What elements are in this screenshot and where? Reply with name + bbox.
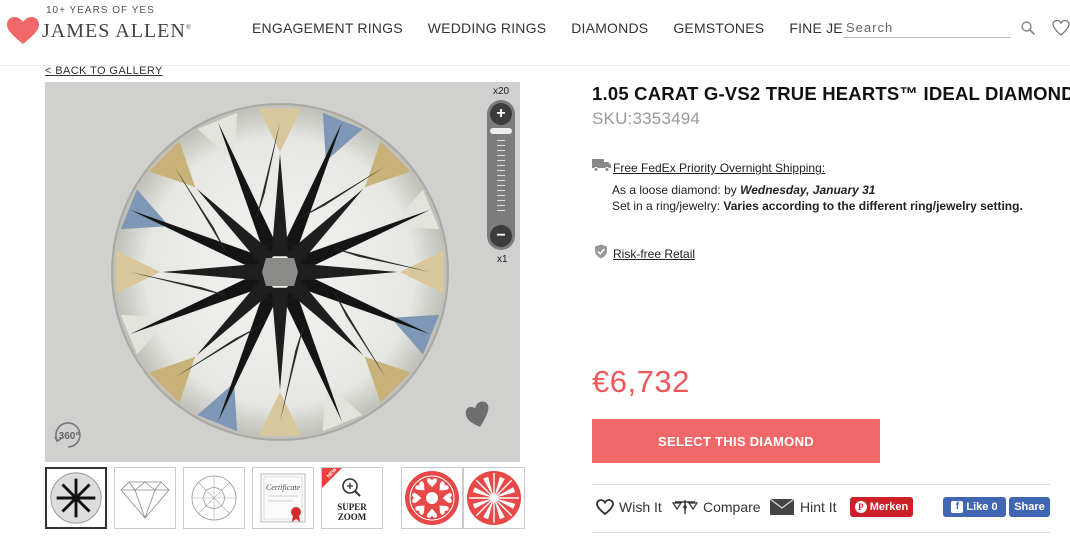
zoom-out-button[interactable]: − — [490, 225, 512, 247]
ring-delivery-value: Varies according to the different ring/j… — [723, 199, 1023, 213]
thumbnail-top-diagram[interactable] — [183, 467, 245, 529]
facebook-share-button[interactable]: Share — [1009, 497, 1050, 517]
loose-delivery-date: Wednesday, January 31 — [740, 183, 876, 197]
main-nav: ENGAGEMENT RINGS WEDDING RINGS DIAMONDS … — [252, 20, 893, 36]
thumbnail-hearts-view[interactable] — [401, 467, 463, 529]
zoom-track[interactable] — [497, 140, 505, 215]
nav-gemstones[interactable]: GEMSTONES — [673, 20, 764, 36]
brand-logo[interactable]: 10+ YEARS OF YES JAMES ALLEN® — [4, 4, 194, 48]
delivery-truck-icon — [592, 159, 611, 172]
nav-engagement-rings[interactable]: ENGAGEMENT RINGS — [252, 20, 403, 36]
magnifier-plus-icon — [342, 478, 361, 497]
search-input[interactable] — [843, 18, 1011, 38]
compare-label: Compare — [703, 499, 761, 515]
super-zoom-line2: ZOOM — [337, 512, 367, 522]
envelope-icon — [769, 498, 795, 515]
ring-delivery-line: Set in a ring/jewelry: Varies according … — [612, 199, 1023, 213]
search-icon[interactable] — [1020, 20, 1036, 36]
pinterest-label: Merken — [869, 501, 909, 513]
zoom-in-button[interactable]: + — [490, 103, 512, 125]
thumbnail-diamond-photo[interactable] — [45, 467, 107, 529]
brand-trademark: ® — [185, 23, 193, 32]
back-to-gallery-link[interactable]: < BACK TO GALLERY — [45, 65, 163, 77]
divider-top — [592, 484, 1050, 485]
product-price: €6,732 — [592, 364, 690, 399]
product-sku: SKU:3353494 — [592, 109, 701, 128]
product-title: 1.05 CARAT G-VS2 TRUE HEARTS™ IDEAL DIAM… — [592, 83, 1070, 104]
hint-it-button[interactable]: Hint It — [769, 496, 837, 518]
nav-wedding-rings[interactable]: WEDDING RINGS — [428, 20, 547, 36]
loose-delivery-label: As a loose diamond: by — [612, 183, 741, 197]
hearts-pattern-icon — [405, 471, 459, 525]
arrows-pattern-icon — [467, 471, 521, 525]
compare-button[interactable]: Compare — [672, 496, 761, 518]
zoom-min-label: x1 — [497, 254, 508, 265]
hint-it-label: Hint It — [800, 499, 837, 515]
shipping-info-link[interactable]: Free FedEx Priority Overnight Shipping: — [613, 161, 825, 175]
brand-tagline: 10+ YEARS OF YES — [46, 5, 155, 16]
divider-bottom — [592, 532, 1050, 533]
zoom-handle[interactable] — [490, 128, 512, 134]
shield-check-icon — [595, 244, 607, 259]
certificate-icon: Certificate — [260, 473, 306, 523]
brand-name: JAMES ALLEN — [42, 20, 186, 42]
loose-delivery-line: As a loose diamond: by Wednesday, Januar… — [612, 183, 875, 197]
thumbnail-super-zoom[interactable]: NEW SUPER ZOOM — [321, 467, 383, 529]
wish-it-button[interactable]: Wish It — [596, 496, 662, 518]
facebook-like-label: Like 0 — [966, 501, 998, 513]
favorite-heart-icon[interactable] — [463, 400, 493, 430]
diamond-viewer[interactable]: x20 + − x1 360° — [45, 82, 520, 462]
scale-compare-icon — [672, 500, 698, 514]
pinterest-icon: P — [854, 501, 867, 513]
pinterest-save-button[interactable]: P Merken — [850, 497, 913, 517]
thumbnail-certificate[interactable]: Certificate — [252, 467, 314, 529]
heart-logo-icon — [7, 17, 39, 44]
facebook-like-button[interactable]: f Like 0 — [943, 497, 1006, 517]
thumbnail-arrows-view[interactable] — [463, 467, 525, 529]
zoom-max-label: x20 — [493, 86, 510, 97]
ring-delivery-label: Set in a ring/jewelry: — [612, 199, 724, 213]
diamond-photo-thumb-icon — [50, 472, 102, 524]
super-zoom-line1: SUPER — [337, 502, 367, 512]
wish-it-label: Wish It — [619, 499, 662, 515]
zoom-slider[interactable]: + − — [487, 100, 515, 250]
select-diamond-button[interactable]: SELECT THIS DIAMOND — [592, 419, 880, 463]
rotate-360-icon[interactable]: 360° — [53, 420, 83, 450]
site-header: 10+ YEARS OF YES JAMES ALLEN® ENGAGEMENT… — [0, 0, 1070, 66]
diamond-profile-icon — [120, 481, 170, 519]
heart-outline-icon — [596, 499, 614, 515]
rotate-360-label: 360° — [59, 431, 80, 442]
certificate-label: Certificate — [266, 483, 301, 492]
risk-free-retail-link[interactable]: Risk-free Retail — [613, 247, 695, 261]
diamond-top-view-icon — [191, 475, 237, 521]
thumbnail-profile-diagram[interactable] — [114, 467, 176, 529]
facebook-icon: f — [951, 501, 964, 513]
nav-diamonds[interactable]: DIAMONDS — [571, 20, 648, 36]
diamond-image — [111, 103, 449, 441]
wishlist-heart-icon[interactable] — [1052, 19, 1070, 37]
